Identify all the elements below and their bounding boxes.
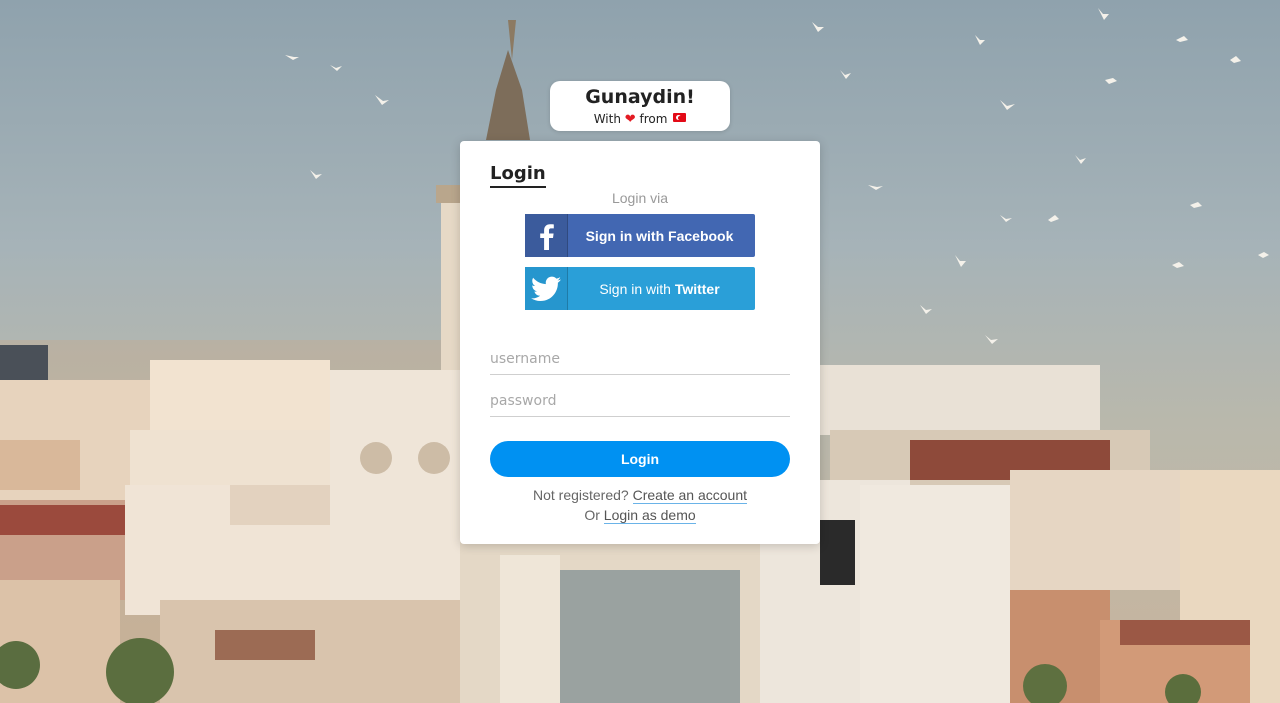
demo-prompt: Or Login as demo [460, 507, 820, 524]
turkey-flag-icon [673, 113, 687, 122]
login-button[interactable]: Login [490, 441, 790, 477]
login-card: Login Login via Sign in with Facebook Si… [460, 141, 820, 544]
register-prompt: Not registered? Create an account [460, 487, 820, 504]
create-account-link[interactable]: Create an account [632, 487, 747, 504]
twitter-signin-prefix: Sign in with [599, 280, 675, 297]
heart-icon: ❤ [624, 112, 636, 127]
twitter-bird-icon [525, 267, 568, 310]
login-title: Login [490, 163, 546, 188]
facebook-signin-button[interactable]: Sign in with Facebook [525, 214, 755, 257]
or-text: Or [584, 507, 600, 523]
twitter-brand-text: Twitter [674, 280, 720, 297]
greeting-from-text: from [639, 112, 668, 126]
login-demo-link[interactable]: Login as demo [603, 507, 696, 524]
username-input[interactable] [490, 344, 790, 375]
greeting-subtitle: With ❤ from [550, 111, 730, 128]
not-registered-text: Not registered? [532, 487, 629, 503]
greeting-with-text: With [593, 112, 621, 126]
facebook-signin-label: Sign in with Facebook [585, 227, 734, 244]
twitter-signin-button[interactable]: Sign in with Twitter [525, 267, 755, 310]
greeting-title: Gunaydin! [585, 86, 695, 108]
password-input[interactable] [490, 386, 790, 417]
twitter-signin-label: Sign in with Twitter [568, 281, 755, 297]
login-via-label: Login via [611, 190, 669, 206]
facebook-icon [525, 214, 568, 257]
greeting-banner: Gunaydin! With ❤ from [550, 81, 730, 131]
